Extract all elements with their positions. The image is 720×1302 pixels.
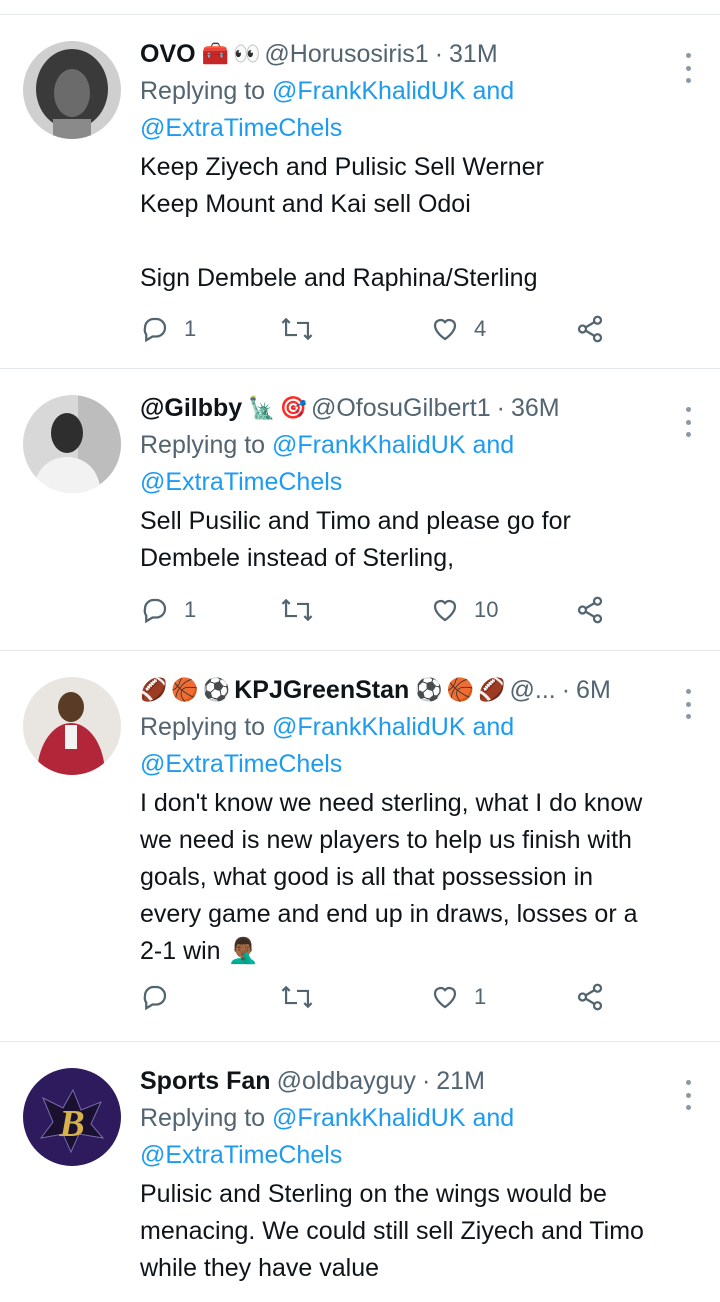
retweet-button[interactable] — [280, 982, 314, 1012]
retweet-icon — [281, 317, 313, 341]
replying-to-label: Replying to — [140, 431, 266, 459]
prefix-emoji: 🏈 — [140, 677, 168, 702]
tweet[interactable]: OVO 🧰 👀 @Horusosiris1 · 31M Replying to … — [0, 15, 720, 369]
handle[interactable]: @Horusosiris1 — [264, 40, 428, 69]
heart-icon — [433, 318, 457, 341]
more-icon[interactable] — [676, 53, 700, 83]
retweet-button[interactable] — [280, 314, 314, 344]
timestamp[interactable]: 31M — [449, 40, 498, 69]
handle[interactable]: @... — [510, 676, 556, 705]
mention-link[interactable]: @FrankKhalidUK and — [272, 713, 514, 741]
tweet[interactable]: @Gilbby 🗽 🎯 @OfosuGilbert1 · 36M Replyin… — [0, 369, 720, 651]
avatar[interactable] — [23, 395, 121, 493]
separator-dot: · — [421, 1066, 431, 1095]
tweet[interactable]: 🏈 🏀 ⚽ KPJGreenStan ⚽ 🏀 🏈 @... · 6M Reply… — [0, 651, 720, 1042]
separator-dot: · — [496, 393, 505, 422]
reply-button[interactable]: 1 — [140, 314, 196, 344]
share-button[interactable] — [575, 982, 605, 1012]
mention-link[interactable]: @ExtraTimeChels — [140, 468, 342, 496]
reply-feed: OVO 🧰 👀 @Horusosiris1 · 31M Replying to … — [0, 0, 720, 1302]
retweet-icon — [281, 985, 313, 1009]
display-name[interactable]: @Gilbby — [140, 394, 242, 423]
mention-link[interactable]: @FrankKhalidUK and — [272, 77, 514, 105]
reply-icon — [143, 317, 167, 343]
mention-link[interactable]: @ExtraTimeChels — [140, 114, 342, 142]
mention-link[interactable]: @FrankKhalidUK and — [272, 431, 514, 459]
replying-to: Replying to @FrankKhalidUK and @ExtraTim… — [140, 427, 700, 501]
replying-to-label: Replying to — [140, 1104, 266, 1132]
replying-to-label: Replying to — [140, 77, 266, 105]
avatar[interactable] — [23, 677, 121, 775]
reply-icon — [143, 598, 167, 624]
timestamp[interactable]: 36M — [511, 394, 560, 423]
share-button[interactable] — [575, 314, 605, 344]
prefix-emoji: 🏀 — [171, 677, 199, 702]
like-count: 1 — [474, 984, 487, 1009]
tweet-text: Keep Ziyech and Pulisic Sell Werner Keep… — [140, 153, 544, 292]
reply-icon — [143, 985, 167, 1011]
name-emoji: 🏀 — [446, 677, 475, 702]
name-emoji: 🎯 — [279, 395, 307, 420]
tweet-text: Pulisic and Sterling on the wings would … — [140, 1180, 644, 1282]
timestamp[interactable]: 6M — [576, 676, 611, 705]
reply-button[interactable]: 1 — [140, 595, 196, 625]
tweet[interactable]: B Sports Fan @oldbayguy · 21M Replying t… — [0, 1042, 720, 1302]
feed-top-divider — [0, 0, 720, 15]
mention-link[interactable]: @FrankKhalidUK and — [272, 1104, 514, 1132]
timestamp[interactable]: 21M — [436, 1067, 485, 1096]
more-icon[interactable] — [676, 407, 700, 437]
handle[interactable]: @OfosuGilbert1 — [311, 394, 491, 423]
name-emoji: 🗽 — [248, 395, 276, 420]
handle[interactable]: @oldbayguy — [277, 1067, 416, 1096]
more-icon[interactable] — [676, 1080, 700, 1110]
avatar[interactable] — [23, 41, 121, 139]
display-name[interactable]: KPJGreenStan — [234, 676, 409, 705]
replying-to: Replying to @FrankKhalidUK and @ExtraTim… — [140, 1100, 700, 1174]
like-button[interactable]: 1 — [430, 982, 486, 1012]
share-icon — [577, 596, 603, 624]
name-emoji: ⚽ — [415, 677, 443, 702]
display-name[interactable]: Sports Fan — [140, 1067, 271, 1096]
replying-to: Replying to @FrankKhalidUK and @ExtraTim… — [140, 73, 700, 147]
tweet-actions: 1 4 — [140, 314, 620, 354]
share-button[interactable] — [575, 595, 605, 625]
like-button[interactable]: 4 — [430, 314, 486, 344]
separator-dot: · — [434, 39, 444, 68]
tweet-actions: 1 — [140, 982, 620, 1022]
reply-button[interactable] — [140, 982, 184, 1012]
share-icon — [577, 983, 603, 1011]
more-icon[interactable] — [676, 689, 700, 719]
mention-link[interactable]: @ExtraTimeChels — [140, 750, 342, 778]
separator-dot: · — [561, 675, 571, 704]
retweet-button[interactable] — [280, 595, 314, 625]
tweet-actions: 1 10 — [140, 595, 620, 635]
svg-text:B: B — [58, 1103, 84, 1145]
replying-to: Replying to @FrankKhalidUK and @ExtraTim… — [140, 709, 700, 783]
reply-count: 1 — [184, 597, 197, 622]
prefix-emoji: ⚽ — [202, 677, 231, 702]
like-count: 10 — [474, 597, 499, 622]
share-icon — [577, 315, 603, 343]
tweet-text: I don't know we need sterling, what I do… — [140, 789, 643, 965]
tweet-text: Sell Pusilic and Timo and please go for … — [140, 507, 571, 572]
name-emoji: 👀 — [232, 41, 261, 66]
reply-count: 1 — [184, 316, 197, 341]
like-count: 4 — [474, 316, 487, 341]
display-name[interactable]: OVO — [140, 40, 196, 69]
name-emoji: 🏈 — [478, 677, 506, 702]
avatar[interactable]: B — [23, 1068, 121, 1166]
heart-icon — [433, 986, 457, 1009]
replying-to-label: Replying to — [140, 713, 266, 741]
like-button[interactable]: 10 — [430, 595, 498, 625]
heart-icon — [433, 599, 457, 622]
name-emoji: 🧰 — [201, 41, 229, 66]
mention-link[interactable]: @ExtraTimeChels — [140, 1141, 342, 1169]
retweet-icon — [281, 598, 313, 622]
